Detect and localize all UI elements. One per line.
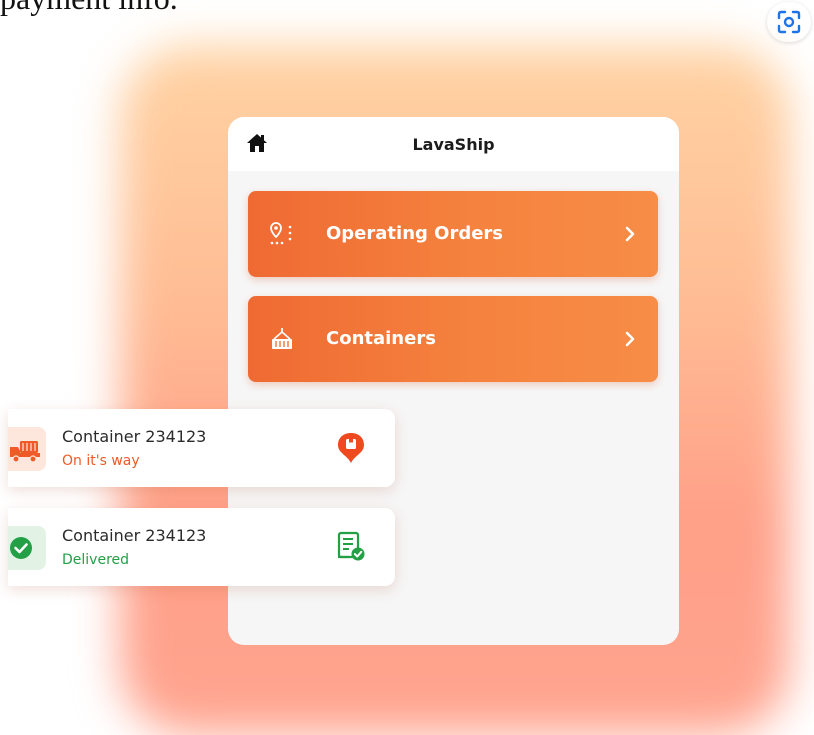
status-text: On it's way <box>62 453 140 469</box>
truck-icon <box>10 441 40 463</box>
lens-icon <box>777 10 801 34</box>
app-header: LavaShip <box>228 117 679 171</box>
container-crane-icon <box>272 328 292 349</box>
containers-button[interactable]: Containers <box>248 296 658 382</box>
chevron-right-icon <box>625 331 635 347</box>
containers-label: Containers <box>326 328 436 349</box>
home-icon[interactable] <box>246 132 268 154</box>
truck-icon-box <box>8 427 46 471</box>
status-text: Delivered <box>62 552 130 568</box>
document-check-icon[interactable] <box>335 530 367 564</box>
card-title: Container 234123 <box>62 526 207 545</box>
visual-search-button[interactable] <box>767 2 811 42</box>
page-heading-fragment: payment info. <box>0 0 178 17</box>
container-card-delivered[interactable]: Container 234123 Delivered <box>8 508 395 586</box>
route-pin-icon <box>270 222 292 245</box>
container-card-in-transit[interactable]: Container 234123 On it's way <box>8 409 395 487</box>
chevron-right-icon <box>625 226 635 242</box>
location-pin-icon[interactable] <box>335 431 367 465</box>
check-circle-icon <box>10 537 32 559</box>
check-icon-box <box>8 526 46 570</box>
operating-orders-button[interactable]: Operating Orders <box>248 191 658 277</box>
operating-orders-label: Operating Orders <box>326 223 504 244</box>
card-title: Container 234123 <box>62 427 207 446</box>
app-title: LavaShip <box>412 134 495 154</box>
